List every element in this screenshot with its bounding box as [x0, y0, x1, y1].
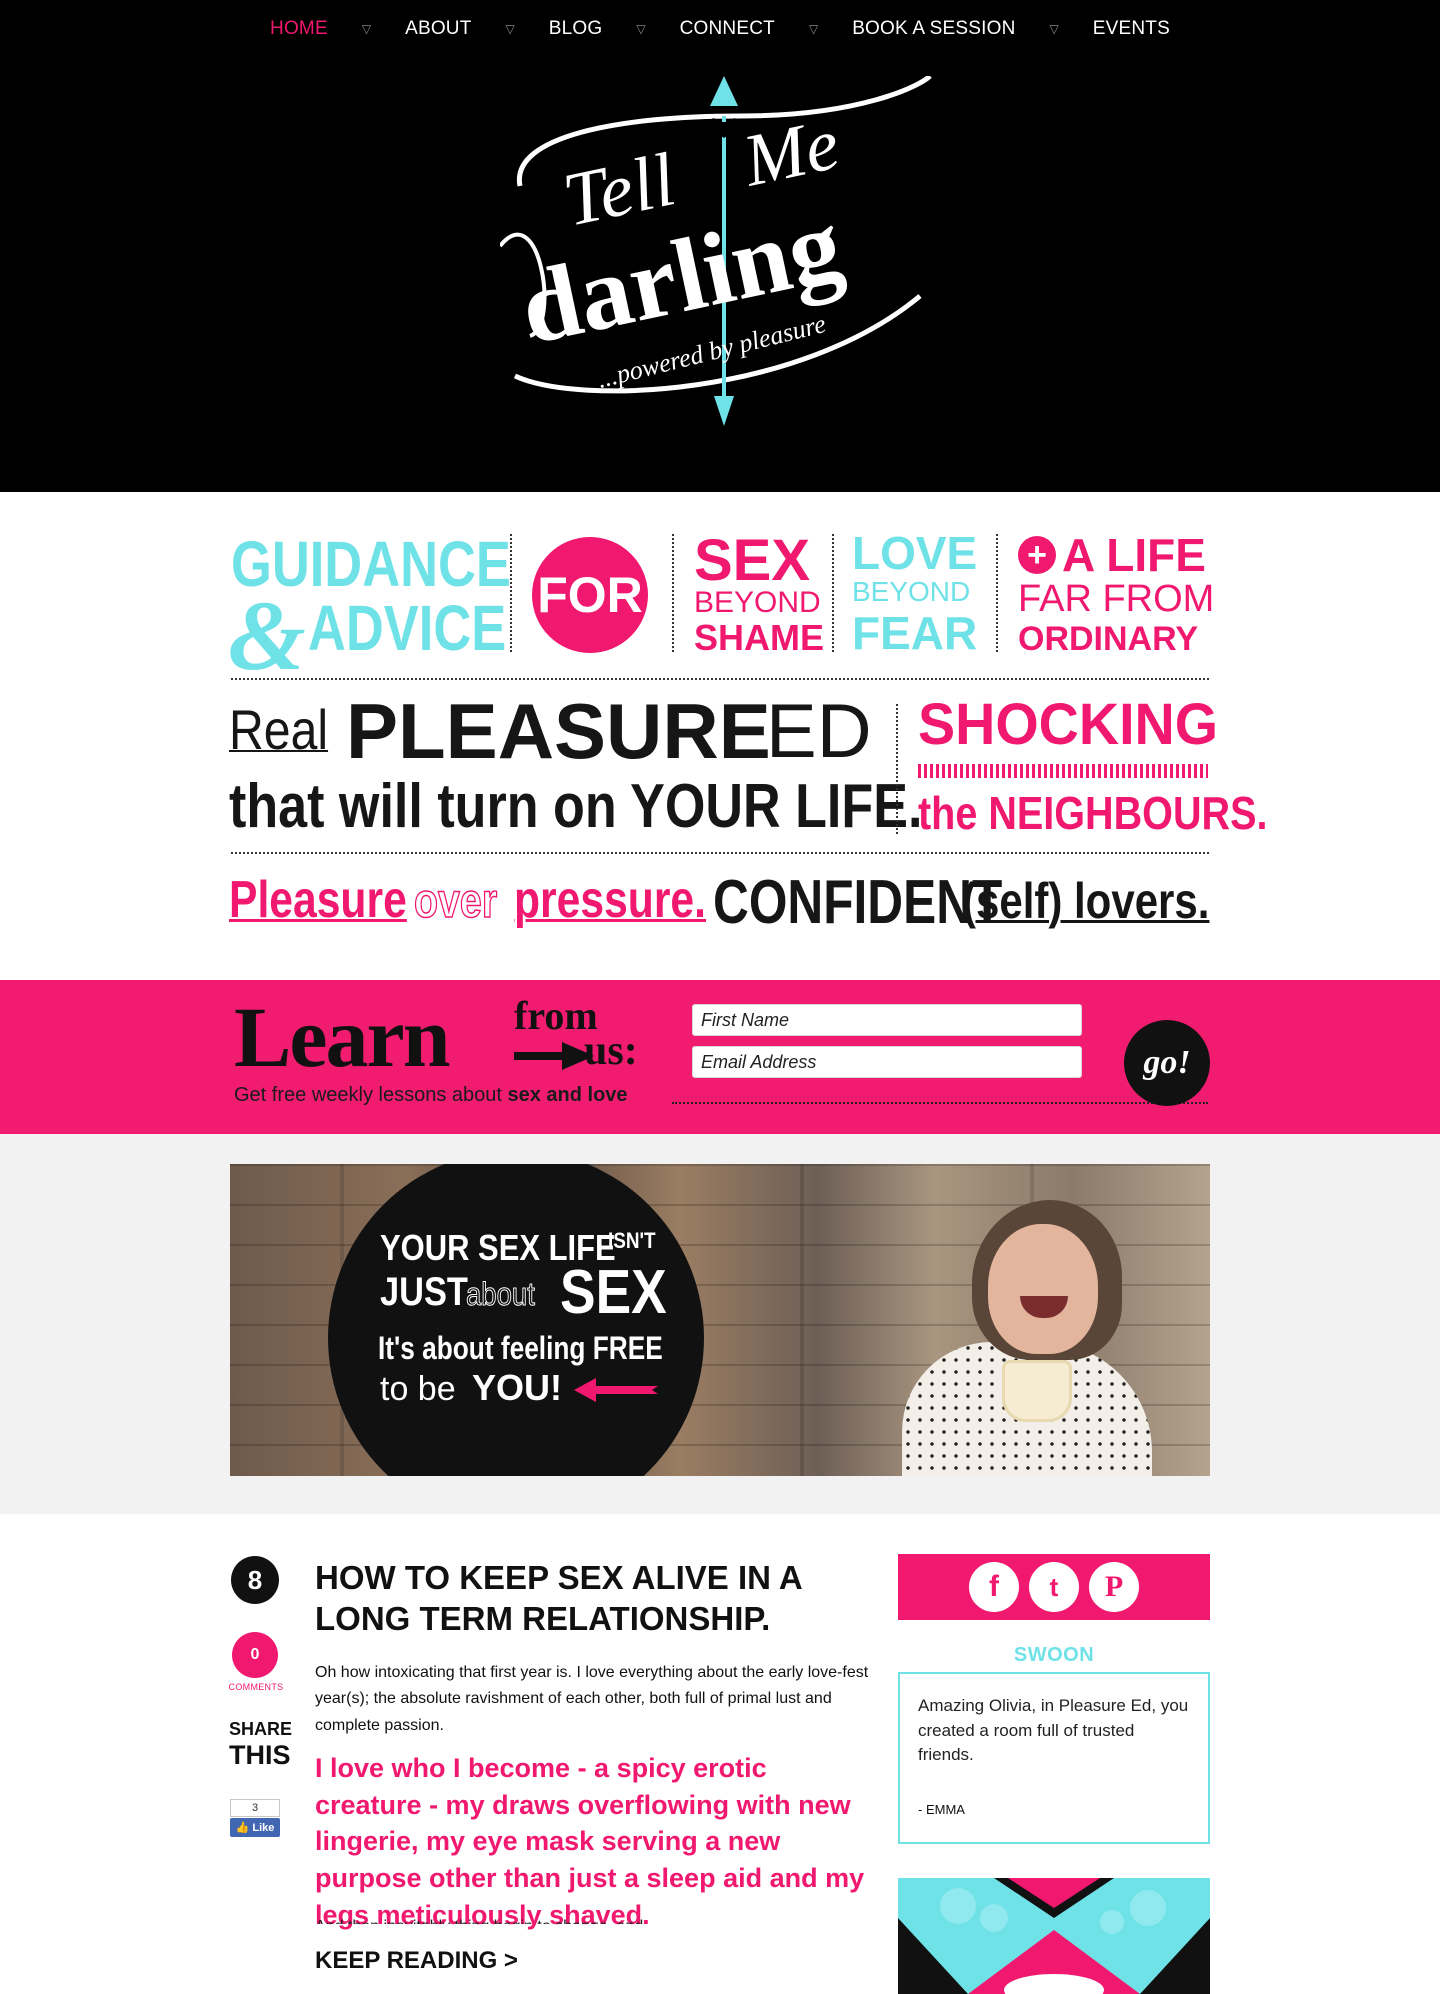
- infinity-8-icon: 8: [231, 1556, 279, 1604]
- hero-banner[interactable]: YOUR SEX LIFE ISN'T JUST about SEX It's …: [230, 1164, 1210, 1476]
- banner-just: JUST: [380, 1270, 468, 1314]
- divider: [672, 534, 674, 652]
- manifesto-pressure: pressure.: [514, 871, 706, 929]
- manifesto-pleasure: PLEASURE: [346, 687, 771, 775]
- manifesto-fear: FEAR: [852, 607, 978, 659]
- manifesto-shocking: SHOCKING: [918, 692, 1219, 757]
- divider: [832, 534, 834, 652]
- newsletter-title-learn: Learn: [234, 989, 451, 1085]
- go-button[interactable]: go!: [1124, 1020, 1210, 1106]
- post-intro: Oh how intoxicating that first year is. …: [315, 1664, 869, 1734]
- divider: [996, 534, 998, 652]
- like-label: Like: [252, 1822, 275, 1834]
- manifesto-beyond-1: BEYOND: [694, 586, 821, 619]
- manifesto-over: over: [413, 875, 498, 928]
- post-title[interactable]: HOW TO KEEP SEX ALIVE IN A LONG TERM REL…: [315, 1558, 855, 1640]
- banner-sex: SEX: [560, 1258, 667, 1327]
- manifesto-advice: ADVICE: [308, 592, 507, 664]
- testimonial-text: Amazing Olivia, in Pleasure Ed, you crea…: [918, 1696, 1189, 1765]
- social-bar: f t P: [898, 1554, 1210, 1620]
- share-this-label: SHARE THIS: [229, 1720, 292, 1769]
- like-count: 3: [230, 1799, 280, 1817]
- nav-separator-icon: ▽: [505, 22, 515, 36]
- divider: [672, 1102, 1208, 1104]
- hatch-divider: [918, 764, 1208, 778]
- facebook-icon[interactable]: f: [969, 1562, 1019, 1612]
- nav-item-book-a-session[interactable]: BOOK A SESSION: [852, 18, 1015, 40]
- nav-item-about[interactable]: ABOUT: [405, 18, 471, 40]
- email-field[interactable]: [692, 1046, 1082, 1078]
- testimonial-author: - EMMA: [918, 1802, 965, 1817]
- divider: [510, 534, 512, 652]
- testimonial-card: Amazing Olivia, in Pleasure Ed, you crea…: [898, 1672, 1210, 1844]
- arrow-right-icon: [514, 1042, 594, 1070]
- manifesto-self-lovers: (self) lovers.: [962, 873, 1210, 929]
- nav-item-events[interactable]: EVENTS: [1093, 18, 1170, 40]
- swoon-heading: SWOON: [1013, 1644, 1095, 1666]
- manifesto-for-badge: FOR: [532, 537, 648, 653]
- banner-to-be: to be: [380, 1370, 456, 1408]
- manifesto-pleasure-2: Pleasure: [229, 871, 407, 929]
- nav-separator-icon: ▽: [361, 22, 372, 36]
- site-header: HOME ▽ ABOUT ▽ BLOG ▽ CONNECT ▽ BOOK A S…: [0, 0, 1440, 492]
- comments-label[interactable]: COMMENTS: [226, 1682, 286, 1692]
- manifesto-ampersand: &: [228, 580, 306, 691]
- manifesto-neighbours: the NEIGHBOURS.: [918, 787, 1268, 839]
- manifesto-far-from: FAR FROM: [1018, 578, 1215, 620]
- facebook-like-button[interactable]: 👍 Like: [230, 1818, 280, 1837]
- newsletter-title-us: us:: [584, 1028, 638, 1074]
- woman-face: [988, 1224, 1098, 1354]
- newsletter-subtitle: Get free weekly lessons about sex and lo…: [234, 1084, 628, 1107]
- coffee-cup: [1002, 1360, 1072, 1422]
- share-label-1: SHARE: [229, 1719, 293, 1739]
- divider: [231, 852, 1209, 854]
- nav-item-blog[interactable]: BLOG: [549, 18, 603, 40]
- manifesto-confident: CONFIDENT: [713, 868, 1003, 937]
- banner-you: YOU!: [472, 1367, 562, 1408]
- share-label-2: THIS: [229, 1740, 291, 1770]
- post-quote: I love who I become - a spicy erotic cre…: [315, 1753, 865, 1930]
- manifesto-a-life: A LIFE: [1062, 529, 1206, 581]
- divider: [896, 704, 898, 834]
- post-text-cutoff: And then inevitably thing begin to chang…: [315, 1914, 870, 1924]
- tell-me-darling-logo[interactable]: Tell Me darling ...powered by pleasure: [500, 76, 940, 446]
- comments-count[interactable]: 0: [232, 1632, 278, 1678]
- manifesto-turn-on: that will turn on YOUR LIFE.: [229, 772, 923, 841]
- nav-item-connect[interactable]: CONNECT: [680, 18, 775, 40]
- newsletter-subtitle-bold: sex and love: [507, 1084, 628, 1106]
- arrow-left-icon: [574, 1378, 658, 1402]
- banner-about: about: [466, 1276, 536, 1312]
- nav-item-home[interactable]: HOME: [270, 18, 328, 40]
- nav-separator-icon: ▽: [808, 22, 819, 36]
- nav-separator-icon: ▽: [636, 22, 646, 36]
- nav-separator-icon: ▽: [1049, 22, 1059, 36]
- first-name-field[interactable]: [692, 1004, 1082, 1036]
- banner-line1-isnt: ISN'T: [608, 1228, 656, 1253]
- plus-icon: +: [1018, 536, 1056, 574]
- promo-graphic[interactable]: [898, 1878, 1210, 1994]
- banner-line3: It's about feeling FREE: [378, 1330, 663, 1366]
- manifesto-beyond-2: BEYOND: [852, 576, 971, 607]
- divider: [231, 678, 1209, 680]
- keep-reading-link[interactable]: KEEP READING >: [315, 1947, 518, 1975]
- manifesto-shame: SHAME: [694, 617, 825, 658]
- manifesto-ordinary: ORDINARY: [1018, 620, 1199, 658]
- manifesto-real: Real: [229, 698, 329, 761]
- twitter-icon[interactable]: t: [1029, 1562, 1079, 1612]
- manifesto-sex: SEX: [694, 528, 811, 593]
- manifesto-love: LOVE: [852, 527, 978, 579]
- main-nav: HOME ▽ ABOUT ▽ BLOG ▽ CONNECT ▽ BOOK A S…: [0, 18, 1440, 40]
- newsletter-subtitle-text: Get free weekly lessons about: [234, 1084, 508, 1106]
- manifesto-ed: ED: [766, 689, 872, 774]
- pinterest-icon[interactable]: P: [1089, 1562, 1139, 1612]
